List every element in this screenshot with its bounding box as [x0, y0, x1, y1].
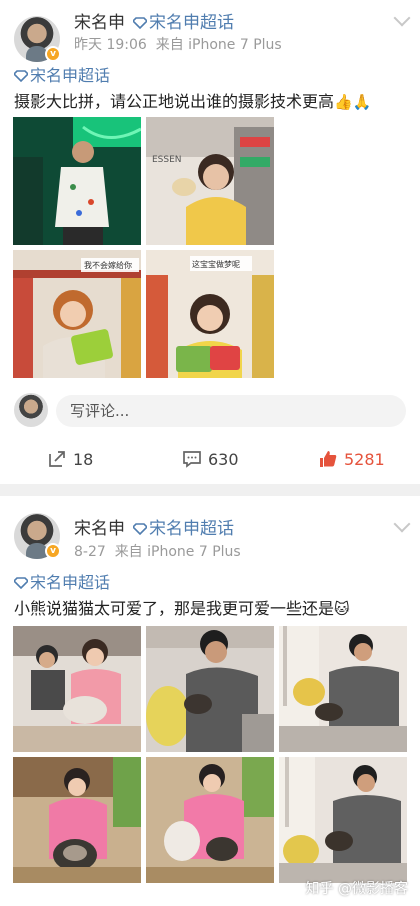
verified-badge-icon: v	[45, 46, 61, 62]
topic-link[interactable]: 宋名申超话	[14, 569, 110, 593]
repost-button[interactable]: 18	[47, 445, 93, 475]
topic-link-label: 宋名申超话	[30, 573, 111, 592]
post-time: 昨天 19:06	[74, 37, 147, 53]
photo-sticker-text: 这宝宝做梦呢	[192, 259, 240, 269]
comment-input[interactable]: 写评论...	[56, 395, 406, 427]
post-source: 来自 iPhone 7 Plus	[155, 37, 282, 53]
like-button[interactable]: 5281	[318, 445, 385, 475]
photo-thumbnail[interactable]: 这宝宝做梦呢	[146, 250, 274, 378]
like-count: 5281	[344, 450, 385, 469]
diamond-icon	[14, 70, 28, 82]
post-text-content: 摄影大比拼，请公正地说出谁的摄影技术更高	[14, 92, 335, 111]
super-topic-label: 宋名申超话	[149, 519, 234, 539]
diamond-icon	[14, 577, 28, 589]
photo-thumbnail[interactable]: 我不会嫁给你	[13, 250, 141, 378]
post-separator	[0, 484, 420, 496]
repost-icon	[49, 451, 65, 467]
post-text-content: 小熊说猫猫太可爱了，那是我更可爱一些还是	[14, 599, 335, 618]
photo-thumbnail[interactable]	[13, 626, 141, 752]
diamond-icon	[133, 523, 147, 535]
thumbs-up-icon	[320, 451, 337, 467]
topic-link[interactable]: 宋名申超话	[14, 62, 110, 86]
post-text: 摄影大比拼，请公正地说出谁的摄影技术更高👍🙏	[14, 88, 371, 112]
post-text: 小熊说猫猫太可爱了，那是我更可爱一些还是🐱	[14, 595, 350, 619]
photo-thumbnail[interactable]	[13, 757, 141, 883]
watermark: 知乎 @微影播客	[305, 881, 408, 897]
post-meta: 8-27 来自 iPhone 7 Plus	[74, 541, 241, 561]
my-avatar	[14, 393, 48, 427]
cat-emoji: 🐱	[334, 600, 350, 618]
post-time: 8-27	[74, 544, 106, 560]
post-source: 来自 iPhone 7 Plus	[114, 544, 241, 560]
comment-count: 630	[208, 450, 239, 469]
photo-thumbnail[interactable]	[146, 757, 274, 883]
topic-link-label: 宋名申超话	[30, 66, 111, 85]
photo-thumbnail[interactable]: ESSEN	[146, 117, 274, 245]
chevron-down-icon[interactable]	[393, 9, 411, 27]
username[interactable]: 宋名申	[74, 514, 125, 539]
post-meta: 昨天 19:06 来自 iPhone 7 Plus	[74, 34, 282, 54]
super-topic-label: 宋名申超话	[149, 13, 234, 33]
thumbs-up-pray-emoji: 👍🙏	[334, 93, 372, 111]
store-sign: ESSEN	[152, 155, 182, 165]
chevron-down-icon[interactable]	[393, 515, 411, 533]
super-topic-tag[interactable]: 宋名申超话	[133, 8, 234, 33]
username[interactable]: 宋名申	[74, 8, 125, 33]
photo-thumbnail[interactable]	[146, 626, 274, 752]
photo-thumbnail[interactable]	[279, 757, 407, 883]
weibo-post-1: v 宋名申 宋名申超话 昨天 19:06 来自 iPhone 7 Plus 宋名…	[0, 0, 420, 484]
photo-thumbnail[interactable]	[13, 117, 141, 245]
verified-badge-icon: v	[45, 543, 61, 559]
diamond-icon	[133, 17, 147, 29]
comment-bar: 写评论...	[14, 393, 406, 429]
weibo-post-2: v 宋名申 宋名申超话 8-27 来自 iPhone 7 Plus 宋名申超话 …	[0, 496, 420, 906]
comment-button[interactable]: 630	[182, 445, 239, 475]
comment-icon	[183, 451, 201, 468]
repost-count: 18	[73, 450, 94, 469]
post-actions: 18 630 5281	[0, 445, 420, 475]
photo-thumbnail[interactable]	[279, 626, 407, 752]
photo-sticker-text: 我不会嫁给你	[84, 260, 132, 270]
super-topic-tag[interactable]: 宋名申超话	[133, 514, 234, 539]
